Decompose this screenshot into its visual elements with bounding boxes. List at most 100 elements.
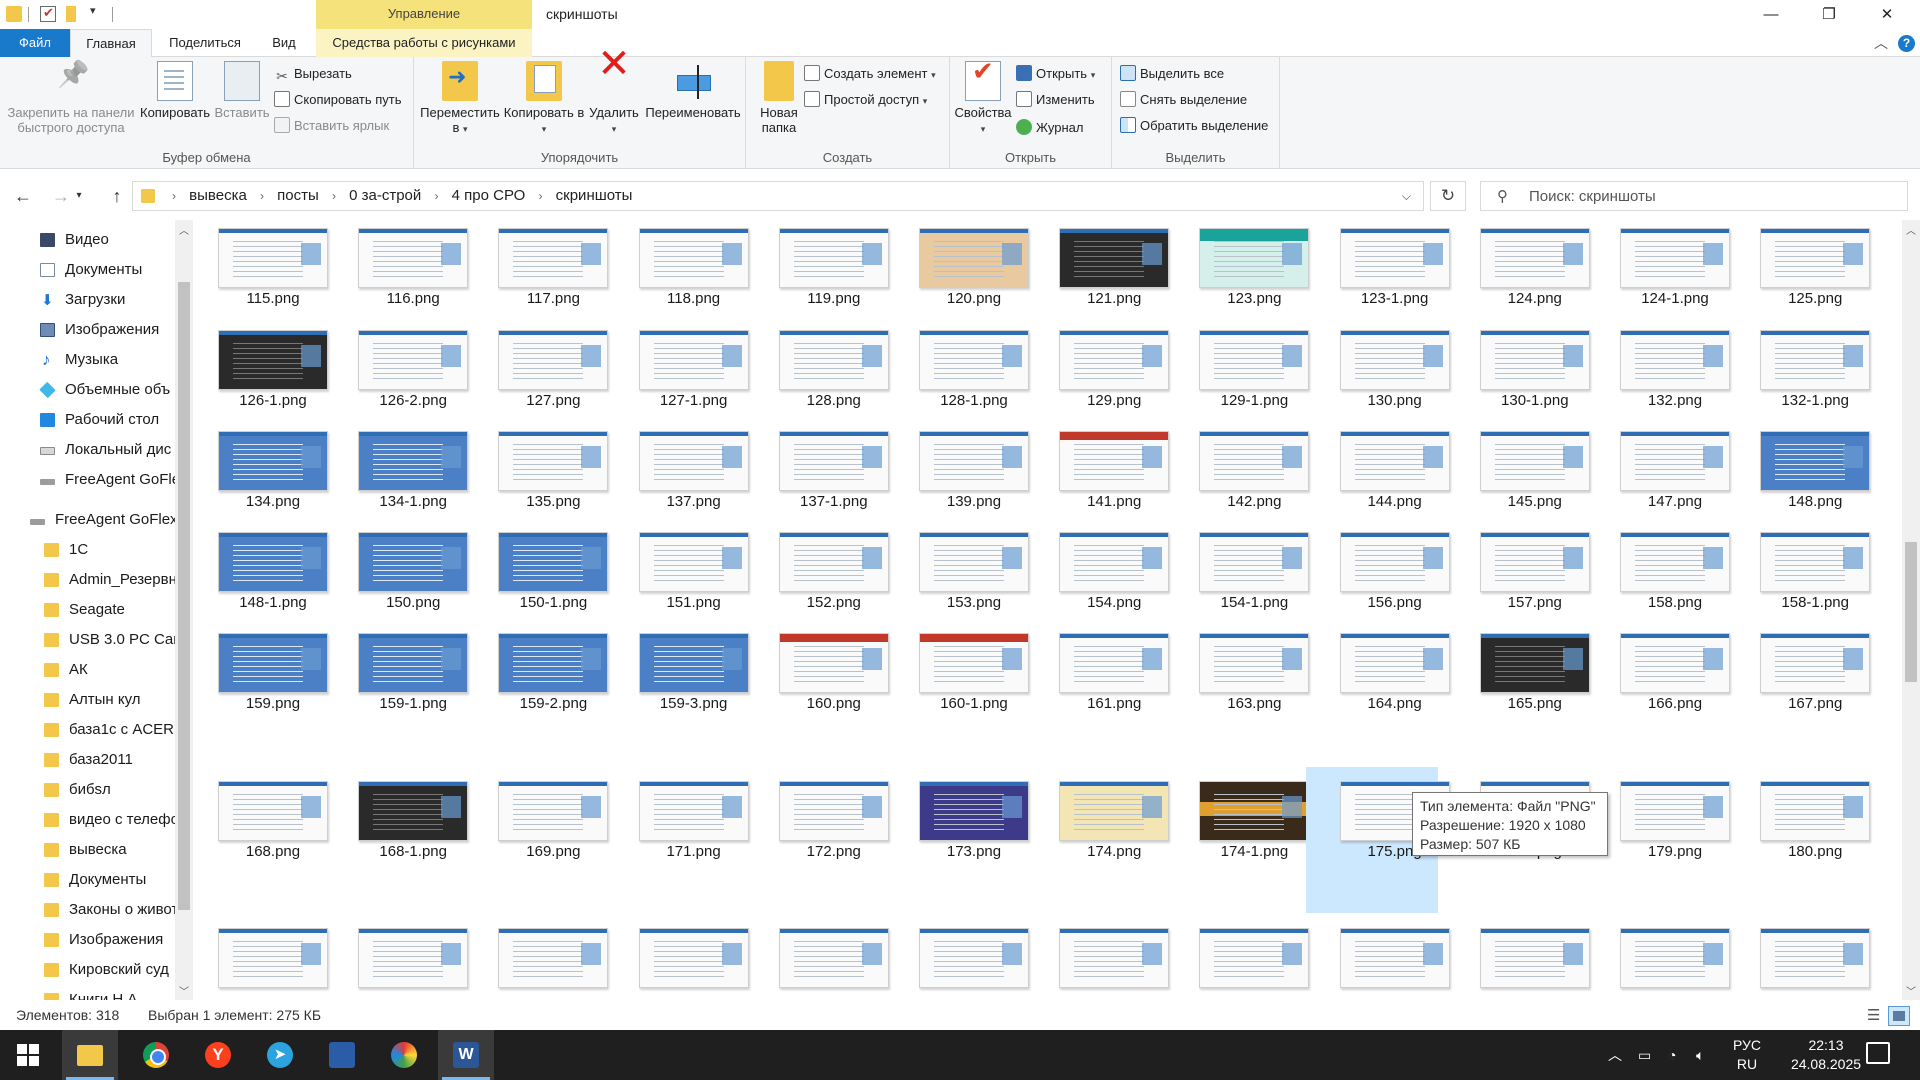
notifications-icon[interactable] (1866, 1042, 1890, 1064)
file-item[interactable]: 166.png (1598, 625, 1738, 725)
file-item[interactable]: 139.png (897, 423, 1037, 523)
chevron-right-icon[interactable]: › (538, 189, 542, 203)
nav-item[interactable]: Изображения (0, 926, 175, 954)
file-item[interactable] (617, 920, 757, 1000)
file-item[interactable]: 129-1.png (1177, 322, 1317, 422)
search-box[interactable]: ⚲ (1480, 181, 1908, 211)
file-item[interactable] (1177, 920, 1317, 1000)
file-item[interactable]: 145.png (1458, 423, 1598, 523)
copy-to-button[interactable]: Копировать в ▾ (502, 61, 586, 137)
file-item[interactable]: 160.png (757, 625, 897, 725)
paste-button[interactable]: Вставить (214, 61, 270, 120)
nav-item[interactable]: Книги Н.А (0, 986, 175, 1000)
file-item[interactable] (757, 920, 897, 1000)
rename-button[interactable]: Переименовать (642, 61, 744, 120)
file-item[interactable]: 168-1.png (336, 773, 476, 873)
refresh-icon[interactable]: ↻ (1430, 181, 1466, 211)
chevron-right-icon[interactable]: › (332, 189, 336, 203)
select-none-button[interactable]: Снять выделение (1120, 89, 1247, 111)
breadcrumb-item[interactable]: посты (277, 187, 319, 204)
file-item[interactable]: 120.png (897, 220, 1037, 320)
minimize-button[interactable]: — (1748, 0, 1794, 29)
file-item[interactable]: 165.png (1458, 625, 1598, 725)
file-item[interactable]: 127-1.png (617, 322, 757, 422)
file-item[interactable]: 125.png (1738, 220, 1878, 320)
scroll-up-icon[interactable]: ︿ (175, 222, 193, 237)
paste-shortcut-button[interactable]: Вставить ярлык (274, 115, 389, 137)
nav-item[interactable]: Загрузки (0, 286, 175, 314)
scroll-down-icon[interactable]: ﹀ (175, 983, 193, 998)
file-item[interactable]: 171.png (617, 773, 757, 873)
details-view-icon[interactable] (1862, 1006, 1884, 1026)
tab-picture-tools[interactable]: Средства работы с рисунками (316, 29, 532, 57)
chevron-right-icon[interactable]: › (434, 189, 438, 203)
cut-button[interactable]: ✂ Вырезать (274, 63, 352, 85)
back-arrow-icon[interactable]: ← (10, 183, 36, 209)
file-item[interactable]: 159.png (196, 625, 336, 725)
search-input[interactable] (1527, 184, 1897, 208)
file-item[interactable]: 159-3.png (617, 625, 757, 725)
file-item[interactable]: 121.png (1037, 220, 1177, 320)
collapse-ribbon-chevron-icon[interactable]: ︿ (1874, 29, 1888, 57)
file-item[interactable]: 180.png (1738, 773, 1878, 873)
file-item[interactable]: 137-1.png (757, 423, 897, 523)
file-item[interactable]: 129.png (1037, 322, 1177, 422)
scroll-down-icon[interactable]: ﹀ (1902, 983, 1920, 998)
file-item[interactable]: 163.png (1177, 625, 1317, 725)
copy-button[interactable]: Копировать (136, 61, 214, 120)
taskbar-telegram[interactable]: ➤ (252, 1030, 308, 1080)
nav-item[interactable]: вывеска (0, 836, 175, 864)
nav-item[interactable]: видео с телефо (0, 806, 175, 834)
context-tab-manage[interactable]: Управление (316, 0, 532, 29)
file-item[interactable]: 150-1.png (476, 524, 616, 624)
file-item[interactable]: 126-1.png (196, 322, 336, 422)
file-item[interactable]: 179.png (1598, 773, 1738, 873)
nav-item[interactable]: Локальный дис (0, 436, 175, 464)
file-item[interactable]: 158-1.png (1738, 524, 1878, 624)
nav-item[interactable]: АК (0, 656, 175, 684)
breadcrumb-item[interactable]: 0 за-строй (349, 187, 421, 204)
taskbar-word[interactable]: W (438, 1030, 494, 1080)
new-item-button[interactable]: Создать элемент ▾ (804, 63, 936, 85)
recent-locations-chevron-icon[interactable]: ▾ (72, 183, 86, 209)
scrollbar-thumb[interactable] (1905, 542, 1917, 682)
file-item[interactable]: 119.png (757, 220, 897, 320)
file-item[interactable]: 134.png (196, 423, 336, 523)
nav-item[interactable]: Документы (0, 866, 175, 894)
show-hidden-icons-chevron-icon[interactable]: ︿ (1608, 1030, 1622, 1080)
file-item[interactable]: 128-1.png (897, 322, 1037, 422)
tab-home[interactable]: Главная (70, 29, 152, 58)
chevron-right-icon[interactable]: › (260, 189, 264, 203)
nav-item[interactable]: FreeAgent GoFle (0, 466, 175, 494)
forward-arrow-icon[interactable]: → (48, 183, 74, 209)
close-button[interactable]: ✕ (1864, 0, 1910, 29)
file-item[interactable]: 132-1.png (1738, 322, 1878, 422)
file-item[interactable]: 130-1.png (1458, 322, 1598, 422)
move-to-button[interactable]: Переместить в ▾ (418, 61, 502, 137)
nav-item[interactable]: Изображения (0, 316, 175, 344)
nav-item[interactable]: база1с с ACER (0, 716, 175, 744)
help-icon[interactable]: ? (1898, 35, 1915, 52)
scroll-up-icon[interactable]: ︿ (1902, 222, 1920, 237)
file-item[interactable]: 124.png (1458, 220, 1598, 320)
file-item[interactable]: 158.png (1598, 524, 1738, 624)
file-item[interactable]: 141.png (1037, 423, 1177, 523)
file-item[interactable] (196, 920, 336, 1000)
file-item[interactable]: 124-1.png (1598, 220, 1738, 320)
breadcrumb-item[interactable]: 4 про СРО (452, 187, 526, 204)
scrollbar-thumb[interactable] (178, 282, 190, 910)
nav-item[interactable]: Объемные объ (0, 376, 175, 404)
file-item[interactable] (1598, 920, 1738, 1000)
file-item[interactable]: 156.png (1318, 524, 1458, 624)
file-item[interactable]: 132.png (1598, 322, 1738, 422)
taskbar-chrome[interactable] (128, 1030, 184, 1080)
nav-item[interactable]: Документы (0, 256, 175, 284)
file-item[interactable]: 159-2.png (476, 625, 616, 725)
file-item[interactable]: 128.png (757, 322, 897, 422)
nav-item[interactable]: Видео (0, 226, 175, 254)
edit-button[interactable]: Изменить (1016, 89, 1095, 111)
file-item[interactable]: 172.png (757, 773, 897, 873)
file-item[interactable]: 160-1.png (897, 625, 1037, 725)
network-icon[interactable]: ◔ (1668, 1030, 1676, 1080)
file-item[interactable]: 130.png (1318, 322, 1458, 422)
